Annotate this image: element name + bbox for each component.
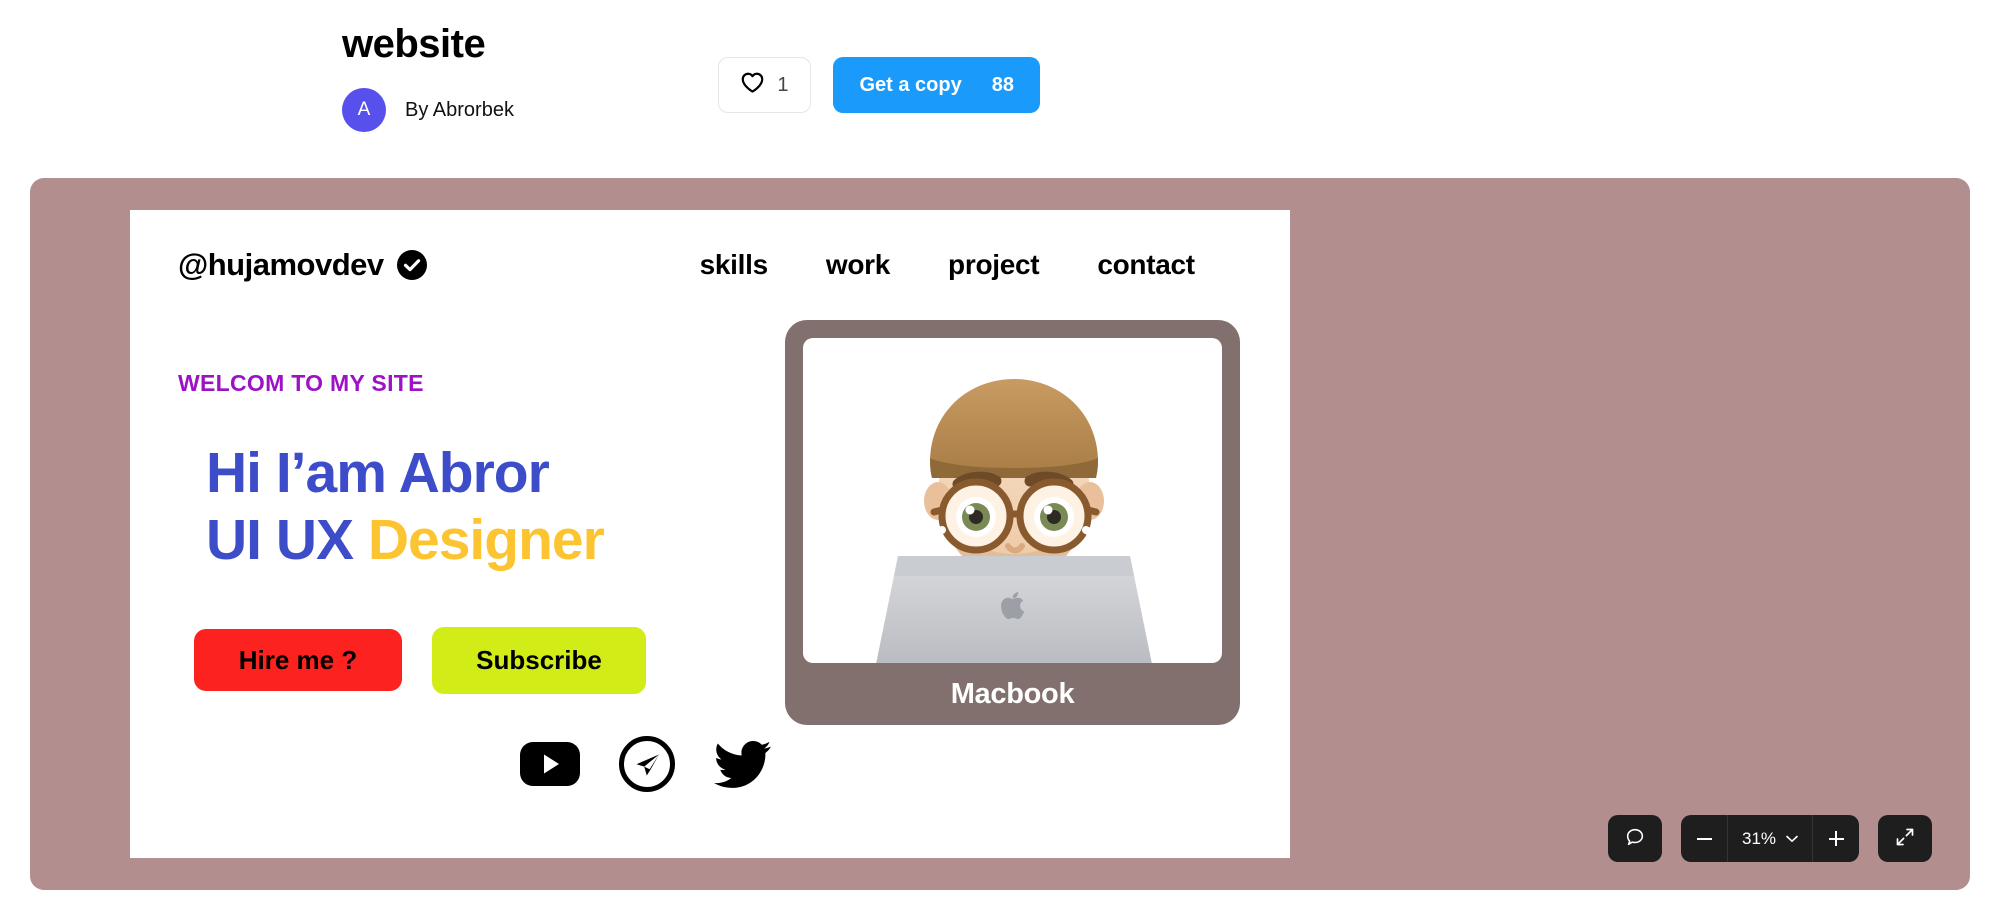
- hero-heading-line1: Hi I’am Abror: [206, 441, 550, 505]
- comment-group: [1608, 815, 1662, 862]
- zoom-level-value: 31%: [1741, 828, 1777, 848]
- comment-button[interactable]: [1608, 815, 1662, 862]
- hero-eyebrow: WELCOM TO MY SITE: [178, 370, 424, 396]
- memoji-person-with-macbook-illustration: [875, 379, 1152, 663]
- like-button[interactable]: 1: [718, 57, 812, 113]
- page-title: website: [342, 22, 486, 66]
- nav-item-contact[interactable]: contact: [1097, 249, 1195, 281]
- zoom-level-dropdown[interactable]: 31%: [1728, 815, 1812, 862]
- avatar: A: [342, 88, 386, 132]
- nav-item-work[interactable]: work: [826, 249, 890, 281]
- zoom-toolbar: 31%: [1608, 815, 1932, 862]
- device-card-screen: [803, 338, 1222, 663]
- zoom-group: 31%: [1681, 815, 1859, 862]
- site-brand[interactable]: @hujamovdev: [178, 247, 427, 283]
- zoom-out-button[interactable]: [1681, 815, 1728, 862]
- hire-me-button[interactable]: Hire me ?: [194, 629, 402, 691]
- youtube-icon[interactable]: [520, 742, 580, 791]
- brand-handle: @hujamovdev: [178, 247, 384, 282]
- social-links: [520, 735, 772, 798]
- author-name: By Abrorbek: [405, 98, 514, 121]
- like-count: 1: [777, 73, 789, 96]
- get-a-copy-button[interactable]: Get a copy 88: [833, 57, 1040, 113]
- fullscreen-button[interactable]: [1878, 815, 1932, 862]
- expand-arrows-icon: [1895, 827, 1915, 850]
- device-card-macbook: Macbook: [785, 320, 1240, 725]
- top-bar: website A By Abrorbek 1 Get a copy 88: [0, 0, 2000, 178]
- document-meta: website A By Abrorbek: [342, 22, 514, 132]
- device-card-label: Macbook: [950, 678, 1075, 710]
- zoom-in-button[interactable]: [1812, 815, 1859, 862]
- site-header: @hujamovdev skills work project contact: [130, 210, 1290, 320]
- chevron-down-icon: [1786, 830, 1798, 848]
- fullscreen-group: [1878, 815, 1932, 862]
- author-row: A By Abrorbek: [342, 88, 514, 132]
- heart-icon: [741, 72, 764, 98]
- website-artboard: @hujamovdev skills work project contact …: [130, 210, 1290, 858]
- comment-bubble-icon: [1624, 826, 1646, 851]
- minus-icon: [1696, 837, 1712, 840]
- twitter-icon[interactable]: [713, 740, 772, 793]
- subscribe-button[interactable]: Subscribe: [432, 626, 646, 694]
- preview-canvas[interactable]: @hujamovdev skills work project contact …: [30, 178, 1970, 890]
- hero-buttons: Hire me ? Subscribe: [178, 626, 738, 694]
- verified-check-icon: [396, 250, 427, 280]
- get-a-copy-count: 88: [991, 73, 1014, 96]
- top-bar-actions: 1 Get a copy 88: [718, 57, 1040, 113]
- telegram-icon[interactable]: [618, 735, 676, 798]
- site-nav: skills work project contact: [700, 249, 1195, 281]
- hero-heading-line2-designer: Designer: [367, 508, 605, 573]
- hero-heading-line2-uiux: UI UX: [206, 508, 368, 573]
- hero-heading: Hi I’am Abror UI UX Designer: [178, 440, 738, 575]
- nav-item-skills[interactable]: skills: [700, 249, 769, 281]
- nav-item-project[interactable]: project: [948, 249, 1040, 281]
- hero-text-block: WELCOM TO MY SITE Hi I’am Abror UI UX De…: [178, 370, 738, 694]
- get-a-copy-label: Get a copy: [859, 73, 962, 96]
- plus-icon: [1828, 831, 1844, 846]
